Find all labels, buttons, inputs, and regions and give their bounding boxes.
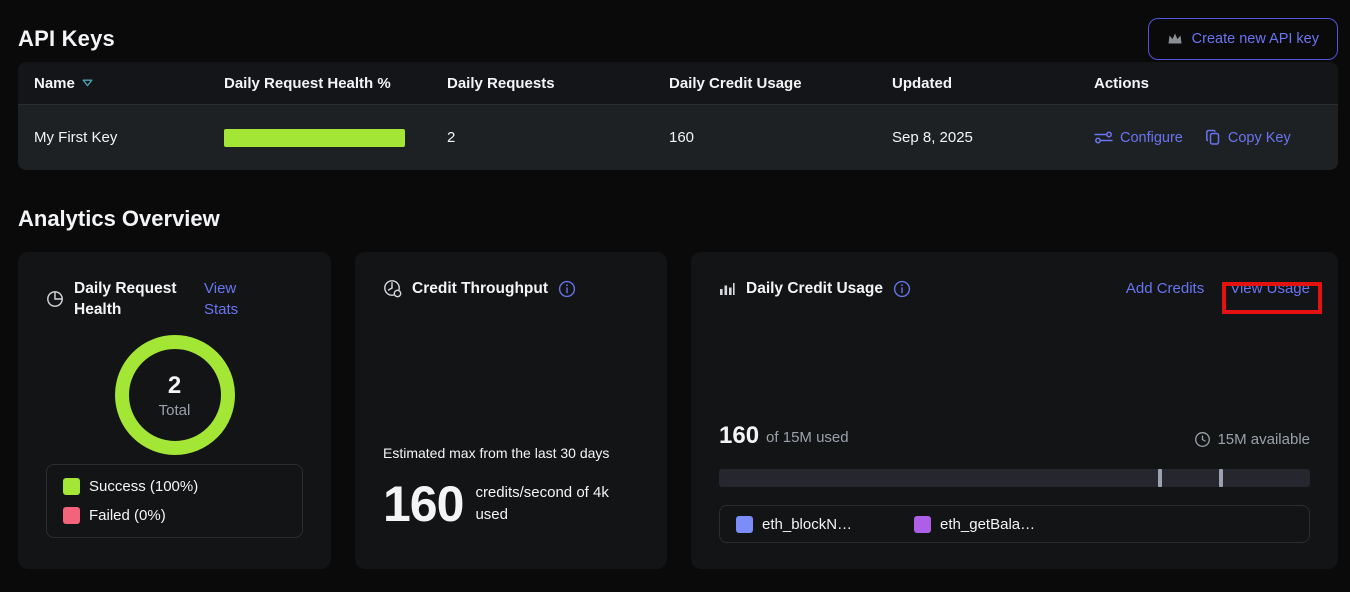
credits-used-value: 160 [719,424,759,448]
eth-blocknumber-label: eth_blockN… [762,516,852,533]
view-usage-link[interactable]: View Usage [1230,278,1310,299]
copy-icon [1205,129,1221,146]
card-title-usage: Daily Credit Usage [746,278,883,299]
request-health-bar [224,129,405,147]
info-icon[interactable] [558,280,576,298]
usage-legend: eth_blockN… eth_getBala… [719,505,1310,543]
pie-chart-icon [46,290,64,308]
legend-item-eth-getbalance: eth_getBala… [914,516,1035,533]
add-credits-link[interactable]: Add Credits [1126,278,1204,299]
eth-getbalance-swatch [914,516,931,533]
health-legend: Success (100%) Failed (0%) [46,464,303,538]
api-keys-table: Name Daily Request Health % Daily Reques… [18,62,1338,170]
credits-used-suffix: of 15M used [766,428,849,448]
legend-item-success: Success (100%) [63,478,286,495]
daily-credit-usage-card: Daily Credit Usage Add Credits View Usag… [691,252,1338,569]
throughput-suffix: credits/second of 4k used [475,482,625,526]
analytics-cards: Daily Request Health View Stats 2 Total … [18,252,1338,569]
success-swatch [63,478,80,495]
top-bar: API Keys Create new API key [18,0,1338,62]
clock-icon [1194,431,1211,448]
table-header-row: Name Daily Request Health % Daily Reques… [18,62,1338,104]
credit-usage-progress-bar [719,469,1310,487]
api-key-row: My First Key 2 160 Sep 8, 2025 Configure [18,104,1338,170]
eth-blocknumber-swatch [736,516,753,533]
failed-label: Failed (0%) [89,507,166,524]
column-header-updated: Updated [892,75,1094,92]
column-header-credit-usage: Daily Credit Usage [669,75,892,92]
donut-total-value: 2 [168,372,181,400]
dashboard-page: API Keys Create new API key Name Daily R… [0,0,1350,592]
legend-item-failed: Failed (0%) [63,507,286,524]
page-title: API Keys [18,26,115,52]
daily-request-health-card: Daily Request Health View Stats 2 Total … [18,252,331,569]
failed-swatch [63,507,80,524]
create-api-key-button[interactable]: Create new API key [1148,18,1338,60]
api-key-name: My First Key [34,129,224,146]
copy-key-label: Copy Key [1228,130,1291,146]
request-health-donut: 2 Total [115,335,235,455]
info-icon[interactable] [893,280,911,298]
donut-total-label: Total [159,402,191,419]
gauge-icon [383,279,402,298]
eth-getbalance-label: eth_getBala… [940,516,1035,533]
sort-down-icon[interactable] [82,79,93,87]
throughput-subtitle: Estimated max from the last 30 days [383,445,639,461]
daily-credit-usage-value: 160 [669,129,892,146]
crown-icon [1167,32,1183,46]
card-title-throughput: Credit Throughput [412,278,548,299]
credits-available-label: 15M available [1217,431,1310,448]
analytics-overview-title: Analytics Overview [18,206,1338,232]
legend-item-eth-blocknumber: eth_blockN… [736,516,852,533]
sliders-icon [1094,130,1113,145]
success-label: Success (100%) [89,478,198,495]
credit-throughput-card: Credit Throughput Estimated max from the… [355,252,667,569]
progress-tick [1219,469,1223,487]
updated-value: Sep 8, 2025 [892,129,1094,146]
configure-button[interactable]: Configure [1094,130,1183,146]
column-header-health: Daily Request Health % [224,75,447,92]
throughput-value: 160 [383,475,463,533]
column-header-actions: Actions [1094,75,1322,92]
configure-label: Configure [1120,130,1183,146]
create-api-key-label: Create new API key [1192,31,1319,47]
bar-chart-icon [719,281,736,296]
progress-tick [1158,469,1162,487]
daily-requests-value: 2 [447,129,669,146]
column-header-requests: Daily Requests [447,75,669,92]
column-header-name[interactable]: Name [34,75,224,92]
view-stats-link[interactable]: View Stats [204,278,254,320]
card-title-health: Daily Request Health [74,278,194,320]
copy-key-button[interactable]: Copy Key [1205,129,1291,146]
